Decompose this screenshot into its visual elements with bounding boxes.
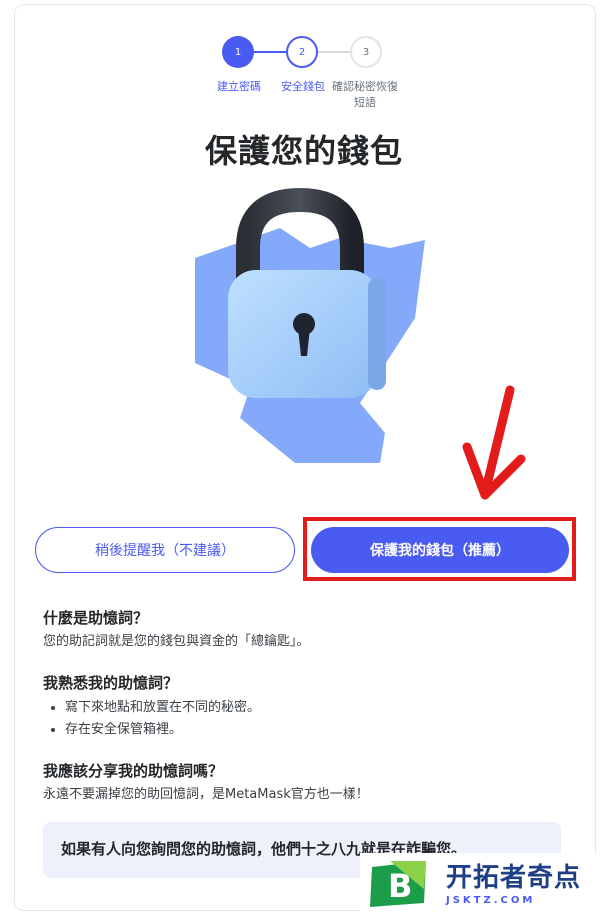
faq-answer: 永遠不要漏掉您的助回憶詞，是MetaMask官方也一樣！ [43, 787, 369, 802]
progress-stepper: 1 2 3 建立密碼 安全錢包 確認秘密恢復短語 [0, 0, 608, 120]
svg-text:B: B [388, 867, 412, 905]
step-connector-1 [254, 51, 286, 53]
watermark-title: 开拓者奇点 [446, 862, 582, 893]
faq-item-what-is: 什麼是助憶詞？ 您的助記詞就是您的錢包與資金的「總鑰匙」。 [43, 607, 583, 652]
faq-bullet-list: 寫下來地點和放置在不同的秘密。 存在安全保管箱裡。 [43, 697, 583, 741]
step-connector-2 [318, 51, 350, 53]
watermark-url: JSKTZ.COM [446, 894, 536, 906]
faq-question: 什麼是助憶詞？ [43, 609, 149, 627]
step-2-label: 安全錢包 [281, 80, 325, 93]
faq-question: 我應該分享我的助憶詞嗎？ [43, 762, 224, 780]
faq-bullet: 存在安全保管箱裡。 [65, 719, 583, 741]
faq-answer: 您的助記詞就是您的錢包與資金的「總鑰匙」。 [43, 634, 310, 649]
remind-later-button[interactable]: 稍後提醒我（不建議） [35, 527, 295, 573]
faq-item-familiar: 我熟悉我的助憶詞？ 寫下來地點和放置在不同的秘密。 存在安全保管箱裡。 [43, 672, 583, 741]
step-2-circle: 2 [286, 36, 318, 68]
step-3-circle: 3 [350, 36, 382, 68]
faq-question: 我熟悉我的助憶詞？ [43, 674, 179, 692]
page-title: 保護您的錢包 [204, 132, 403, 170]
step-1-circle: 1 [222, 36, 254, 68]
step-1-label: 建立密碼 [217, 80, 261, 93]
annotation-highlight-box [303, 517, 576, 581]
padlock-illustration [195, 188, 425, 463]
watermark-logo-icon: B [370, 861, 426, 907]
faq-bullet: 寫下來地點和放置在不同的秘密。 [65, 697, 583, 719]
red-arrow-icon [462, 385, 526, 500]
faq-item-share: 我應該分享我的助憶詞嗎？ 永遠不要漏掉您的助回憶詞，是MetaMask官方也一樣… [43, 760, 583, 805]
site-watermark: B 开拓者奇点 JSKTZ.COM [360, 853, 608, 915]
step-3-label: 確認秘密恢復短語 [332, 80, 398, 109]
